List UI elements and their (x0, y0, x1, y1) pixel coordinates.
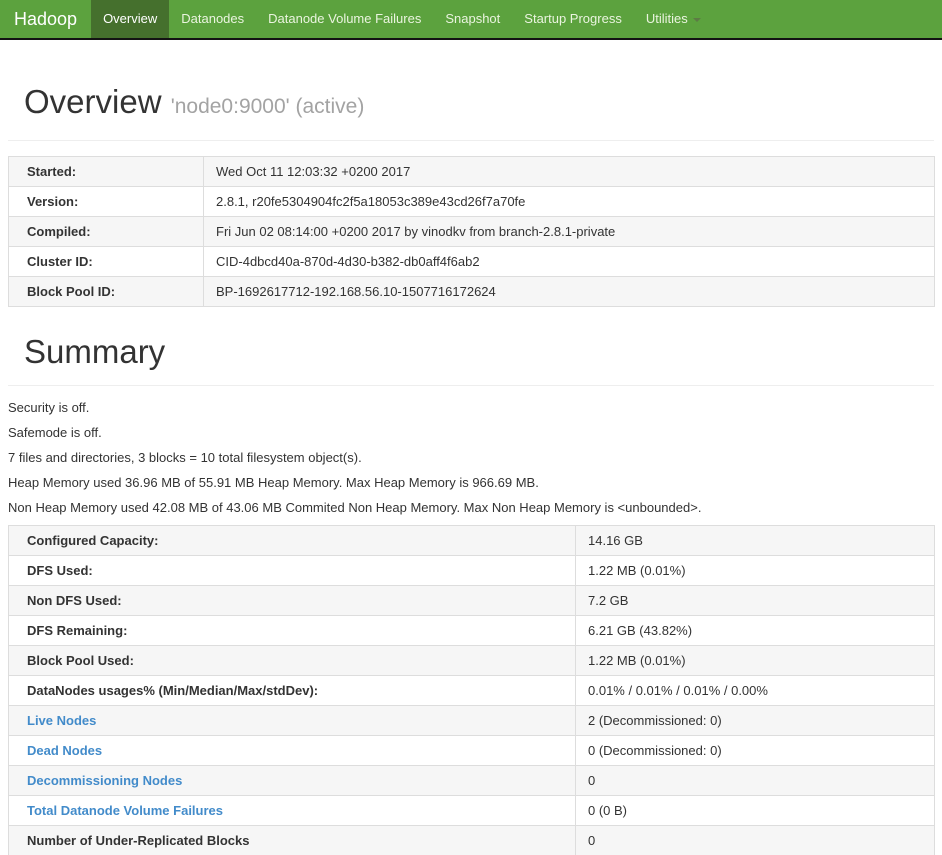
table-row: Configured Capacity: 14.16 GB (8, 525, 935, 556)
row-value: CID-4dbcd40a-870d-4d30-b382-db0aff4f6ab2 (203, 246, 935, 277)
summary-paragraphs: Security is off. Safemode is off. 7 files … (8, 400, 934, 515)
nav-item-startup-progress[interactable]: Startup Progress (512, 0, 634, 38)
table-row: Live Nodes 2 (Decommissioned: 0) (8, 705, 935, 736)
row-label: Block Pool ID: (8, 276, 204, 307)
row-label: Compiled: (8, 216, 204, 247)
page-title: Overview 'node0:9000' (active) (8, 85, 934, 124)
table-row: Total Datanode Volume Failures 0 (0 B) (8, 795, 935, 826)
table-row: Compiled: Fri Jun 02 08:14:00 +0200 2017 … (8, 216, 935, 247)
row-label: Version: (8, 186, 204, 217)
row-value: 1.22 MB (0.01%) (575, 555, 935, 586)
decommissioning-nodes-link[interactable]: Decommissioning Nodes (27, 773, 182, 788)
main-content: Overview 'node0:9000' (active) Started: W… (8, 85, 935, 855)
nav-item-utilities[interactable]: Utilities (634, 0, 713, 38)
total-datanode-volume-failures-link[interactable]: Total Datanode Volume Failures (27, 803, 223, 818)
row-value: Wed Oct 11 12:03:32 +0200 2017 (203, 156, 935, 187)
table-row: Number of Under-Replicated Blocks 0 (8, 825, 935, 855)
row-value: 1.22 MB (0.01%) (575, 645, 935, 676)
page-subtitle: 'node0:9000' (active) (170, 95, 365, 118)
table-row: Started: Wed Oct 11 12:03:32 +0200 2017 (8, 156, 935, 187)
row-value: Fri Jun 02 08:14:00 +0200 2017 by vinodk… (203, 216, 935, 247)
table-row: Non DFS Used: 7.2 GB (8, 585, 935, 616)
row-label: DataNodes usages% (Min/Median/Max/stdDev… (8, 675, 576, 706)
live-nodes-link[interactable]: Live Nodes (27, 713, 96, 728)
summary-line: 7 files and directories, 3 blocks = 10 t… (8, 450, 362, 465)
top-navbar: Hadoop Overview Datanodes Datanode Volume … (0, 0, 942, 40)
row-value: 0 (0 B) (575, 795, 935, 826)
row-label: Cluster ID: (8, 246, 204, 277)
dead-nodes-link[interactable]: Dead Nodes (27, 743, 102, 758)
row-label: DFS Remaining: (8, 615, 576, 646)
row-label: Started: (8, 156, 204, 187)
summary-line: Safemode is off. (8, 425, 102, 440)
nav-item-datanode-volume-failures[interactable]: Datanode Volume Failures (256, 0, 433, 38)
table-row: Block Pool ID: BP-1692617712-192.168.56.1… (8, 276, 935, 307)
row-label: Configured Capacity: (8, 525, 576, 556)
row-label: Block Pool Used: (8, 645, 576, 676)
table-row: Dead Nodes 0 (Decommissioned: 0) (8, 735, 935, 766)
summary-title: Summary (24, 333, 166, 370)
row-label: Dead Nodes (8, 735, 576, 766)
table-row: Cluster ID: CID-4dbcd40a-870d-4d30-b382-d… (8, 246, 935, 277)
summary-line: Security is off. (8, 400, 90, 415)
row-value: 2.8.1, r20fe5304904fc2f5a18053c389e43cd2… (203, 186, 935, 217)
row-value: 7.2 GB (575, 585, 935, 616)
row-value: 0 (Decommissioned: 0) (575, 735, 935, 766)
row-value: BP-1692617712-192.168.56.10-150771617262… (203, 276, 935, 307)
nav-link-overview[interactable]: Overview (91, 0, 170, 38)
summary-header: Summary (8, 335, 934, 386)
nav-item-datanodes[interactable]: Datanodes (169, 0, 256, 38)
summary-stats-table: Configured Capacity: 14.16 GB DFS Used: 1.2… (8, 525, 935, 855)
summary-line: Heap Memory used 36.96 MB of 55.91 MB He… (8, 475, 539, 490)
row-label: Live Nodes (8, 705, 576, 736)
table-row: DFS Remaining: 6.21 GB (43.82%) (8, 615, 935, 646)
nav-link-startup-progress[interactable]: Startup Progress (512, 0, 634, 38)
chevron-down-icon (692, 17, 701, 22)
nav-item-snapshot[interactable]: Snapshot (433, 0, 512, 38)
table-row: Block Pool Used: 1.22 MB (0.01%) (8, 645, 935, 676)
table-row: DataNodes usages% (Min/Median/Max/stdDev… (8, 675, 935, 706)
table-row: Decommissioning Nodes 0 (8, 765, 935, 796)
nav-item-overview[interactable]: Overview (91, 0, 170, 38)
navbar-menu: Overview Datanodes Datanode Volume Failure… (91, 0, 713, 38)
nav-link-snapshot[interactable]: Snapshot (433, 0, 512, 38)
row-label: Total Datanode Volume Failures (8, 795, 576, 826)
table-row: DFS Used: 1.22 MB (0.01%) (8, 555, 935, 586)
row-value: 2 (Decommissioned: 0) (575, 705, 935, 736)
nav-link-datanode-volume-failures[interactable]: Datanode Volume Failures (256, 0, 433, 38)
nav-link-utilities[interactable]: Utilities (634, 0, 713, 38)
row-value: 0.01% / 0.01% / 0.01% / 0.00% (575, 675, 935, 706)
nav-link-datanodes[interactable]: Datanodes (169, 0, 256, 38)
row-label: DFS Used: (8, 555, 576, 586)
row-value: 0 (575, 825, 935, 855)
row-label: Decommissioning Nodes (8, 765, 576, 796)
row-label: Number of Under-Replicated Blocks (8, 825, 576, 855)
row-value: 0 (575, 765, 935, 796)
summary-line: Non Heap Memory used 42.08 MB of 43.06 M… (8, 500, 702, 515)
row-value: 14.16 GB (575, 525, 935, 556)
page-title-text: Overview (24, 83, 162, 120)
overview-header: Overview 'node0:9000' (active) (8, 85, 934, 141)
navbar-brand[interactable]: Hadoop (0, 0, 91, 38)
cluster-info-table: Started: Wed Oct 11 12:03:32 +0200 2017 Ve… (8, 156, 935, 307)
row-value: 6.21 GB (43.82%) (575, 615, 935, 646)
row-label: Non DFS Used: (8, 585, 576, 616)
table-row: Version: 2.8.1, r20fe5304904fc2f5a18053c3… (8, 186, 935, 217)
